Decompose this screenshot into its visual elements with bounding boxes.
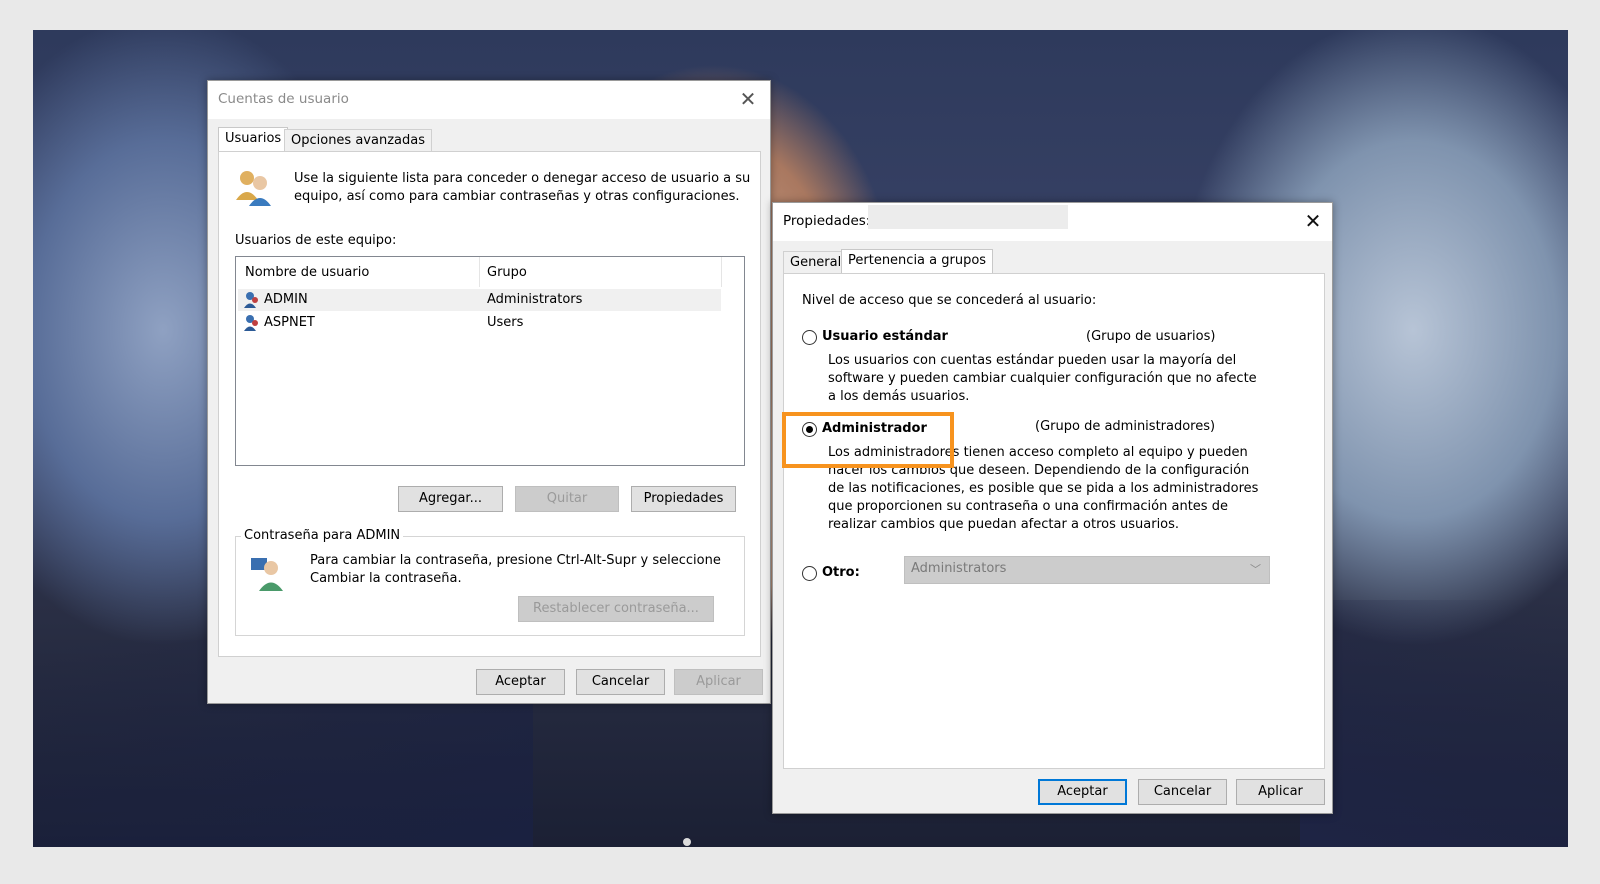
tab-general[interactable]: General	[783, 251, 849, 273]
row-group: Administrators	[487, 292, 583, 307]
user-password-icon	[251, 558, 283, 591]
row-username: ASPNET	[264, 315, 315, 330]
users-icon	[236, 171, 271, 206]
description-line: realizar cambios que puedan afectar a ot…	[828, 517, 1180, 532]
row-username: ADMIN	[264, 292, 308, 307]
apply-button[interactable]: Aplicar	[1236, 779, 1325, 805]
standard-user-label[interactable]: Usuario estándar	[822, 328, 948, 346]
description-line: de las notificaciones, es posible que se…	[828, 481, 1259, 496]
user-accounts-dialog: Cuentas de usuario ✕ Usuarios Opciones a…	[207, 80, 771, 704]
administrator-highlight-box	[782, 412, 954, 468]
tab-usuarios[interactable]: Usuarios	[218, 127, 289, 151]
standard-user-description: Los usuarios con cuentas estándar pueden…	[828, 352, 1257, 406]
intro-line: equipo, así como para cambiar contraseña…	[294, 189, 740, 204]
remove-user-button: Quitar	[515, 486, 619, 512]
users-list[interactable]: Nombre de usuario Grupo ADMIN Administra…	[235, 256, 745, 466]
close-icon[interactable]: ✕	[1303, 211, 1323, 231]
wallpaper-dot	[683, 838, 691, 846]
window-title: Propiedades:	[783, 213, 871, 229]
access-level-label: Nivel de acceso que se concederá al usua…	[802, 293, 1097, 308]
properties-dialog: Propiedades: ✕ General Pertenencia a gru…	[772, 202, 1333, 814]
table-row[interactable]: ADMIN Administrators	[238, 289, 721, 311]
ok-button[interactable]: Aceptar	[1038, 779, 1127, 805]
user-icon	[244, 315, 258, 331]
description-line: Los usuarios con cuentas estándar pueden…	[828, 353, 1237, 368]
administrator-group: (Grupo de administradores)	[1035, 419, 1216, 434]
password-line: Para cambiar la contraseña, presione Ctr…	[310, 553, 721, 568]
column-header-group[interactable]: Grupo	[487, 265, 527, 280]
group-membership-panel: Nivel de acceso que se concederá al usua…	[783, 273, 1325, 769]
column-header-username[interactable]: Nombre de usuario	[245, 265, 369, 280]
users-tab-panel: Use la siguiente lista para conceder o d…	[218, 151, 761, 657]
chevron-down-icon: ﹀	[1250, 563, 1261, 576]
radio-standard-user[interactable]	[802, 330, 817, 345]
password-group-label: Contraseña para ADMIN	[241, 528, 404, 543]
wallpaper-shade	[1300, 600, 1568, 847]
redacted-username	[868, 205, 1068, 229]
tab-opciones-avanzadas[interactable]: Opciones avanzadas	[284, 129, 432, 151]
password-text: Para cambiar la contraseña, presione Ctr…	[310, 552, 721, 588]
users-list-label: Usuarios de este equipo:	[235, 233, 397, 248]
radio-other[interactable]	[802, 566, 817, 581]
reset-password-button: Restablecer contraseña...	[518, 596, 714, 622]
password-line: Cambiar la contraseña.	[310, 571, 462, 586]
title-bar: Cuentas de usuario ✕	[208, 81, 770, 119]
window-title: Cuentas de usuario	[218, 91, 349, 107]
description-line: software y pueden cambiar cualquier conf…	[828, 371, 1257, 386]
user-icon	[244, 292, 258, 308]
standard-user-group: (Grupo de usuarios)	[1086, 329, 1216, 344]
intro-line: Use la siguiente lista para conceder o d…	[294, 171, 751, 186]
column-separator	[479, 257, 480, 287]
cancel-button[interactable]: Cancelar	[576, 669, 665, 695]
ok-button[interactable]: Aceptar	[476, 669, 565, 695]
other-group-select: Administrators ﹀	[904, 556, 1270, 584]
cancel-button[interactable]: Cancelar	[1138, 779, 1227, 805]
description-line: a los demás usuarios.	[828, 389, 970, 404]
table-row[interactable]: ASPNET Users	[238, 312, 721, 334]
description-line: que proporcionen su contraseña o una con…	[828, 499, 1228, 514]
tab-pertenencia-a-grupos[interactable]: Pertenencia a grupos	[841, 249, 994, 273]
row-group: Users	[487, 315, 524, 330]
apply-button: Aplicar	[674, 669, 763, 695]
intro-text: Use la siguiente lista para conceder o d…	[294, 170, 750, 206]
close-icon[interactable]: ✕	[738, 89, 758, 109]
other-label[interactable]: Otro:	[822, 564, 860, 582]
properties-button[interactable]: Propiedades	[631, 486, 736, 512]
add-user-button[interactable]: Agregar...	[398, 486, 503, 512]
column-separator	[721, 257, 722, 287]
other-group-value: Administrators	[911, 561, 1007, 576]
